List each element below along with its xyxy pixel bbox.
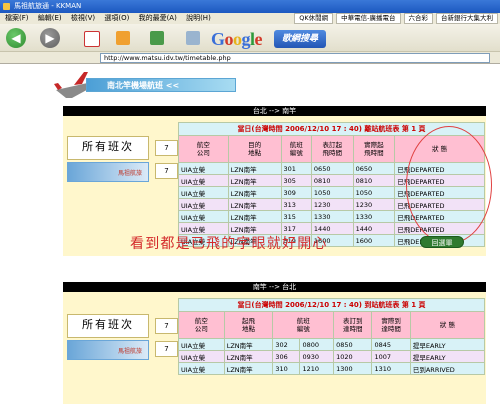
menu-help[interactable]: 說明(H) bbox=[186, 14, 211, 22]
col-airline: 航空 公司 bbox=[179, 136, 228, 162]
arrival-table: 當日(台灣時間 2006/12/10 17 : 40) 到站航班表 第 1 頁 … bbox=[178, 298, 485, 375]
link-lottery[interactable]: 六合彩 bbox=[403, 13, 433, 24]
forward-button[interactable]: ▶ bbox=[40, 28, 60, 48]
menu-options[interactable]: 選項(O) bbox=[104, 14, 129, 22]
arrival-table-caption: 當日(台灣時間 2006/12/10 17 : 40) 到站航班表 第 1 頁 bbox=[179, 299, 484, 311]
arrival-section-heading: 南竿 --> 台北 bbox=[63, 282, 486, 292]
col-actual: 實際起 飛時間 bbox=[353, 136, 395, 162]
col-origin: 起飛 地點 bbox=[224, 312, 273, 338]
favorites-icon[interactable] bbox=[150, 31, 164, 45]
all-flights-label[interactable]: 所有班次 bbox=[67, 136, 149, 160]
arrow-right-icon: ▶ bbox=[45, 31, 55, 45]
toolbar: ◀ ▶ Google 歌網搜尋 bbox=[0, 24, 500, 52]
menu-edit[interactable]: 編輯(E) bbox=[38, 14, 62, 22]
window-title: 馬祖航旅通 - KKMAN bbox=[14, 2, 82, 10]
table-row: UIA立榮 LZN南竿 302 0800 0850 0845 提早EARLY bbox=[179, 339, 484, 350]
back-button[interactable]: ◀ bbox=[6, 28, 26, 48]
col-status: 狀 態 bbox=[410, 312, 484, 338]
url-input[interactable]: http://www.matsu.idv.tw/timetable.php bbox=[100, 53, 490, 63]
col-actual: 實際到 達時間 bbox=[372, 312, 410, 338]
back-to-menu-button[interactable]: 回選單 bbox=[420, 236, 464, 248]
col-flight-no: 航班 編號 bbox=[281, 136, 311, 162]
col-destination: 目的 地點 bbox=[228, 136, 281, 162]
flight-count: 7 bbox=[155, 140, 178, 156]
flight-count: 7 bbox=[155, 318, 178, 334]
window-titlebar: 馬祖航旅通 - KKMAN bbox=[0, 0, 500, 13]
col-airline: 航空 公司 bbox=[179, 312, 224, 338]
all-flights-label[interactable]: 所有班次 bbox=[67, 314, 149, 338]
link-qk[interactable]: QK休閒網 bbox=[294, 13, 334, 24]
address-bar: http://www.matsu.idv.tw/timetable.php bbox=[0, 52, 500, 64]
menu-file[interactable]: 檔案(F) bbox=[5, 14, 29, 22]
table-row: UIA立榮 LZN南竿 306 0930 1020 1007 提早EARLY bbox=[179, 351, 484, 362]
arrow-left-icon: ◀ bbox=[11, 31, 21, 45]
stop-icon[interactable] bbox=[84, 31, 100, 47]
hand-drawn-circle bbox=[406, 126, 492, 244]
departure-section-heading: 台北 --> 南竿 bbox=[63, 106, 486, 116]
matsu-thumbnail: 馬祖航旅 bbox=[67, 162, 149, 182]
quick-links: QK休閒網 中華電信-廣播電台 六合彩 台新銀行大集大利 bbox=[294, 13, 498, 24]
search-engine-button[interactable]: 歌網搜尋 bbox=[274, 30, 326, 48]
col-scheduled: 表訂起 飛時間 bbox=[311, 136, 353, 162]
table-row: UIA立榮 LZN南竿 310 1210 1300 1310 已到ARRIVED bbox=[179, 363, 484, 374]
home-icon[interactable] bbox=[116, 31, 130, 45]
menu-bar: 檔案(F) 編輯(E) 檢視(V) 選項(O) 我的最愛(A) 說明(H) QK… bbox=[0, 13, 500, 24]
app-icon bbox=[3, 3, 10, 10]
flight-count: 7 bbox=[155, 341, 178, 357]
arrival-panel: 所有班次 7 馬祖航旅 7 當日(台灣時間 2006/12/10 17 : 40… bbox=[63, 292, 486, 404]
menu-favorites[interactable]: 我的最愛(A) bbox=[139, 14, 177, 22]
handwritten-annotation: 看到都是已飛的字眼就好開心 bbox=[130, 236, 328, 252]
history-icon[interactable] bbox=[186, 31, 200, 45]
menu-view[interactable]: 檢視(V) bbox=[71, 14, 95, 22]
flight-count: 7 bbox=[155, 163, 178, 179]
link-cht-radio[interactable]: 中華電信-廣播電台 bbox=[336, 13, 401, 24]
link-taishin[interactable]: 台新銀行大集大利 bbox=[436, 13, 498, 24]
matsu-thumbnail: 馬祖航旅 bbox=[67, 340, 149, 360]
page-banner: 南北竿機場航班 << bbox=[86, 78, 236, 92]
google-logo[interactable]: Google bbox=[211, 28, 263, 50]
col-scheduled: 表訂到 達時間 bbox=[334, 312, 372, 338]
col-flight-no: 航班 編號 bbox=[273, 312, 334, 338]
